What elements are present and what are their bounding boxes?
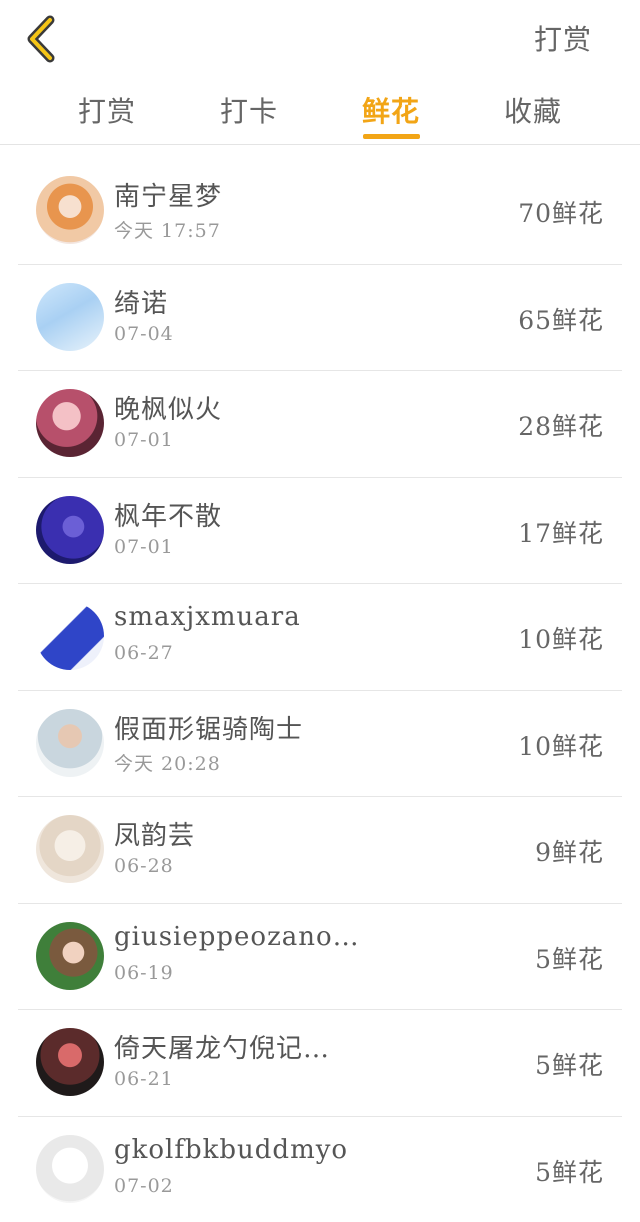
list-item[interactable]: 晚枫似火 07-01 28鲜花 <box>18 371 622 478</box>
tab-favorites[interactable]: 收藏 <box>504 90 562 130</box>
flower-amount: 17鲜花 <box>518 514 604 550</box>
avatar[interactable] <box>36 176 104 244</box>
list-item[interactable]: 枫年不散 07-01 17鲜花 <box>18 478 622 585</box>
gift-time: 07-02 <box>114 1175 174 1197</box>
top-bar: 打赏 <box>0 0 640 80</box>
back-button[interactable] <box>22 14 62 64</box>
tab-reward[interactable]: 打赏 <box>78 90 136 130</box>
avatar[interactable] <box>36 1135 104 1203</box>
list-item[interactable]: 凤韵芸 06-28 9鲜花 <box>18 797 622 904</box>
active-tab-indicator <box>363 134 420 139</box>
avatar[interactable] <box>36 496 104 564</box>
flower-amount: 10鲜花 <box>518 727 604 763</box>
user-name: gkolfbkbuddmyo <box>114 1135 348 1165</box>
user-name: smaxjxmuara <box>114 602 301 632</box>
gift-time: 07-04 <box>114 323 174 345</box>
flower-gift-list: 南宁星梦 今天 17:57 70鲜花 绮诺 07-04 65鲜花 晚枫似火 07… <box>18 158 622 1222</box>
flower-amount: 9鲜花 <box>535 833 604 869</box>
list-item[interactable]: 倚天屠龙勺倪记… 06-21 5鲜花 <box>18 1010 622 1117</box>
user-name: 晚枫似火 <box>114 389 222 426</box>
user-name: 倚天屠龙勺倪记… <box>114 1028 330 1065</box>
avatar[interactable] <box>36 709 104 777</box>
tab-flowers[interactable]: 鲜花 <box>362 90 420 130</box>
flower-amount: 10鲜花 <box>518 620 604 656</box>
user-name: 南宁星梦 <box>114 176 222 213</box>
flower-amount: 5鲜花 <box>535 940 604 976</box>
gift-time: 今天 20:28 <box>114 749 221 776</box>
list-item[interactable]: gkolfbkbuddmyo 07-02 5鲜花 <box>18 1117 622 1222</box>
flower-amount: 28鲜花 <box>518 407 604 443</box>
list-item[interactable]: 南宁星梦 今天 17:57 70鲜花 <box>18 158 622 265</box>
list-item[interactable]: giusieppeozano… 06-19 5鲜花 <box>18 904 622 1011</box>
gift-time: 06-19 <box>114 962 174 984</box>
flower-amount: 5鲜花 <box>535 1153 604 1189</box>
gift-time: 06-27 <box>114 642 174 664</box>
gift-time: 06-21 <box>114 1068 174 1090</box>
gift-time: 今天 17:57 <box>114 216 221 243</box>
user-name: giusieppeozano… <box>114 922 360 952</box>
flower-amount: 70鲜花 <box>518 194 604 230</box>
list-item[interactable]: 绮诺 07-04 65鲜花 <box>18 265 622 372</box>
avatar[interactable] <box>36 602 104 670</box>
avatar[interactable] <box>36 389 104 457</box>
gift-time: 07-01 <box>114 429 174 451</box>
avatar[interactable] <box>36 815 104 883</box>
chevron-left-icon <box>22 14 62 64</box>
gift-time: 06-28 <box>114 855 174 877</box>
user-name: 绮诺 <box>114 283 168 320</box>
user-name: 凤韵芸 <box>114 815 195 852</box>
list-item[interactable]: 假面形锯骑陶士 今天 20:28 10鲜花 <box>18 691 622 798</box>
gift-time: 07-01 <box>114 536 174 558</box>
avatar[interactable] <box>36 922 104 990</box>
tab-checkin[interactable]: 打卡 <box>220 90 278 130</box>
list-item[interactable]: smaxjxmuara 06-27 10鲜花 <box>18 584 622 691</box>
user-name: 枫年不散 <box>114 496 222 533</box>
avatar[interactable] <box>36 283 104 351</box>
avatar[interactable] <box>36 1028 104 1096</box>
flower-amount: 5鲜花 <box>535 1046 604 1082</box>
flower-amount: 65鲜花 <box>518 301 604 337</box>
user-name: 假面形锯骑陶士 <box>114 709 303 746</box>
tab-bar: 打赏 打卡 鲜花 收藏 <box>0 82 640 145</box>
reward-action-button[interactable]: 打赏 <box>534 18 592 58</box>
